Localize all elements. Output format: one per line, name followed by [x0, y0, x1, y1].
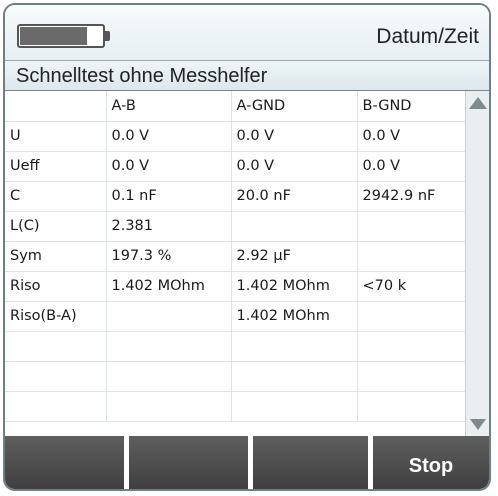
softkey-2[interactable]: [129, 436, 248, 489]
row-label: Riso: [5, 270, 107, 302]
table-header-row: A-B A-GND B-GND: [5, 91, 466, 122]
row-label: C: [5, 180, 107, 212]
table-cell: [105, 360, 232, 392]
table-cell: [105, 330, 232, 362]
table-row: Ueff 0.0 V 0.0 V 0.0 V: [5, 150, 466, 182]
table-cell: [356, 360, 466, 392]
status-bar: Datum/Zeit: [5, 5, 489, 61]
device-screen: Datum/Zeit Schnelltest ohne Messhelfer A…: [3, 3, 491, 491]
table-row: C 0.1 nF 20.0 nF 2942.9 nF: [5, 180, 466, 212]
row-label: U: [5, 120, 107, 152]
table-row: L(C) 2.381: [5, 210, 466, 242]
table-cell: 2.381: [105, 210, 232, 242]
column-header: [5, 91, 107, 122]
table-row: Riso 1.402 MOhm 1.402 MOhm <70 k: [5, 270, 466, 302]
table-cell: 1.402 MOhm: [230, 270, 358, 302]
table-cell: [230, 360, 358, 392]
table-cell: 1.402 MOhm: [230, 300, 358, 332]
table-cell: [230, 210, 358, 242]
table-cell: 2942.9 nF: [356, 180, 466, 212]
table-row: [5, 390, 466, 422]
softkey-1[interactable]: [5, 436, 124, 489]
row-label: L(C): [5, 210, 107, 242]
column-header: A-GND: [230, 91, 358, 122]
table-cell: [105, 390, 232, 422]
page-title: Schnelltest ohne Messhelfer: [16, 65, 268, 87]
table-cell: [356, 210, 466, 242]
row-label: Sym: [5, 240, 107, 272]
column-header: B-GND: [356, 91, 466, 122]
triangle-down-icon[interactable]: [470, 419, 486, 430]
table-cell: [230, 390, 358, 422]
table-cell: [356, 390, 466, 422]
row-label: [5, 390, 107, 422]
table-cell: 0.0 V: [230, 120, 358, 152]
table-cell: 0.0 V: [105, 150, 232, 182]
table-cell: 0.1 nF: [105, 180, 232, 212]
table-cell: 0.0 V: [356, 150, 466, 182]
table-cell: [356, 330, 466, 362]
table-cell: [356, 240, 466, 272]
table-cell: 0.0 V: [105, 120, 232, 152]
title-bar: Schnelltest ohne Messhelfer: [5, 61, 489, 91]
datetime-button[interactable]: Datum/Zeit: [376, 25, 479, 49]
table-cell: 2.92 µF: [230, 240, 358, 272]
triangle-up-icon[interactable]: [469, 97, 487, 109]
row-label: [5, 360, 107, 392]
battery-level-fill: [20, 27, 87, 45]
row-label: Riso(B-A): [5, 300, 107, 332]
scrollbar[interactable]: [465, 91, 489, 436]
table-row: U 0.0 V 0.0 V 0.0 V: [5, 120, 466, 152]
table-row: Sym 197.3 % 2.92 µF: [5, 240, 466, 272]
table-row: Riso(B-A) 1.402 MOhm: [5, 300, 466, 332]
table-cell: 1.402 MOhm: [105, 270, 232, 302]
battery-tip: [105, 31, 110, 41]
table-cell: 0.0 V: [356, 120, 466, 152]
table-cell: [105, 300, 232, 332]
battery-icon: [17, 24, 105, 48]
row-label: Ueff: [5, 150, 107, 182]
results-table-area: A-B A-GND B-GND U 0.0 V 0.0 V 0.0 V Ueff 0.0 V 0.…: [5, 91, 466, 436]
table-row: [5, 360, 466, 392]
table-cell: <70 k: [356, 270, 466, 302]
row-label: [5, 330, 107, 362]
table-cell: 20.0 nF: [230, 180, 358, 212]
table-row: [5, 330, 466, 362]
stop-button[interactable]: Stop: [373, 436, 489, 489]
table-cell: 197.3 %: [105, 240, 232, 272]
table-cell: [356, 300, 466, 332]
results-table: A-B A-GND B-GND U 0.0 V 0.0 V 0.0 V Ueff 0.0 V 0.…: [5, 91, 466, 422]
table-cell: [230, 330, 358, 362]
softkey-3[interactable]: [253, 436, 368, 489]
column-header: A-B: [105, 91, 232, 122]
table-cell: 0.0 V: [230, 150, 358, 182]
softkey-bar: Stop: [5, 436, 489, 489]
